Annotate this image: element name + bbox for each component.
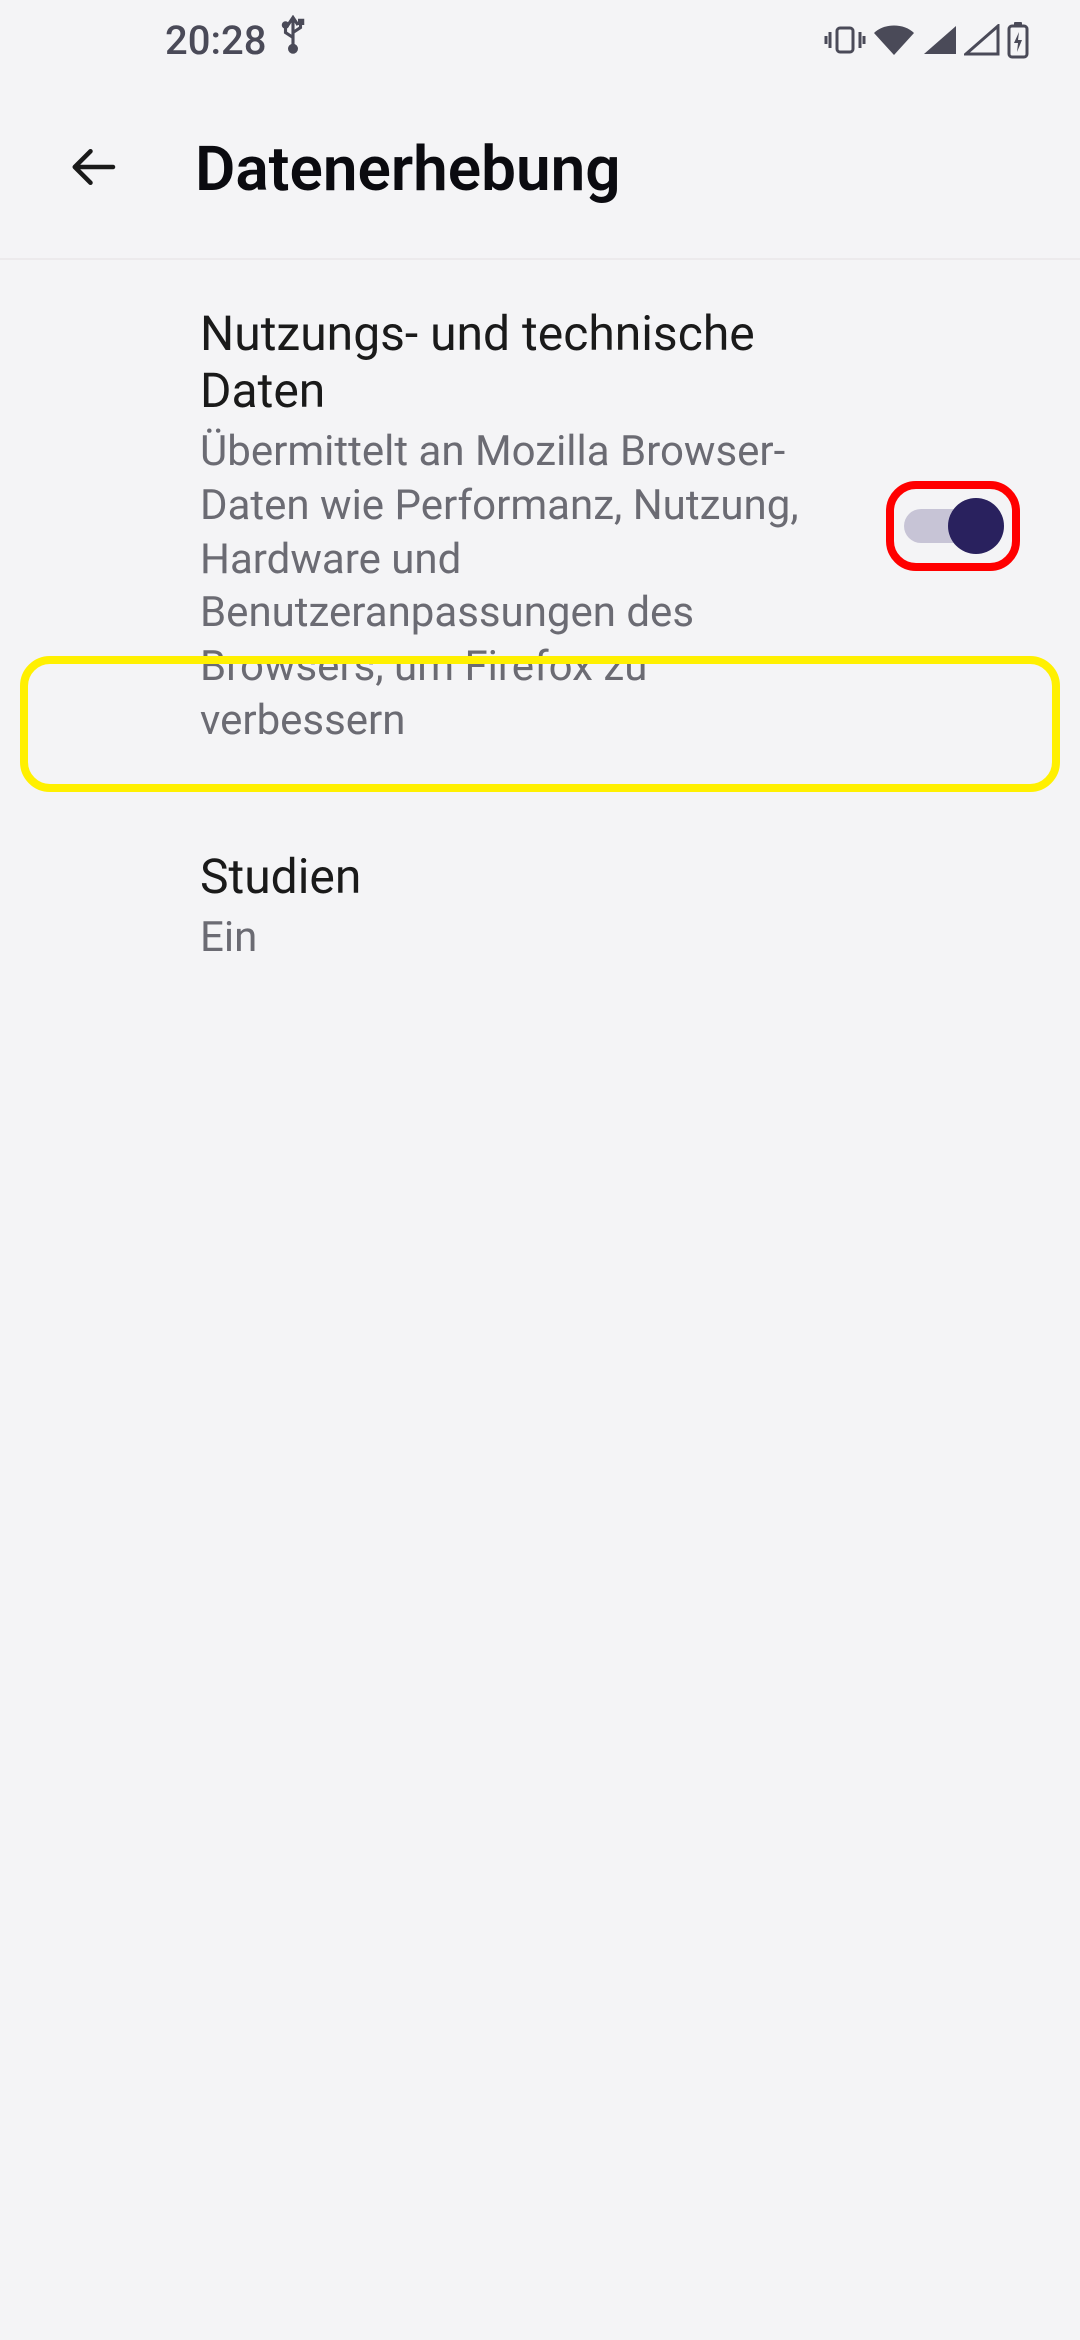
signal-full-icon — [922, 24, 958, 56]
back-button[interactable] — [40, 114, 150, 224]
arrow-left-icon — [68, 140, 122, 198]
toggle-knob — [948, 498, 1004, 554]
status-right — [824, 21, 1030, 59]
row-title: Nutzungs- und technische Daten — [200, 305, 846, 419]
row-description: Ein — [200, 911, 1020, 965]
app-bar: Datenerhebung — [0, 80, 1080, 260]
status-time: 20:28 — [165, 17, 266, 64]
studies-row[interactable]: Studien Ein — [0, 793, 1080, 1020]
usage-data-toggle[interactable] — [904, 499, 1002, 553]
row-text: Nutzungs- und technische Daten Übermitte… — [200, 305, 846, 748]
battery-charging-icon — [1006, 21, 1030, 59]
page-title: Datenerhebung — [195, 133, 621, 206]
usb-icon — [278, 15, 308, 65]
row-description: Übermittelt an Mozilla Browser-Daten wie… — [200, 425, 846, 748]
signal-empty-icon — [964, 24, 1000, 56]
row-text: Studien Ein — [200, 848, 1020, 965]
settings-list: Nutzungs- und technische Daten Übermitte… — [0, 260, 1080, 1019]
status-left: 20:28 — [165, 15, 308, 65]
highlight-red — [886, 481, 1020, 571]
vibrate-icon — [824, 24, 866, 56]
usage-technical-data-row[interactable]: Nutzungs- und technische Daten Übermitte… — [0, 260, 1080, 793]
wifi-icon — [872, 23, 916, 57]
status-bar: 20:28 — [0, 0, 1080, 80]
row-title: Studien — [200, 848, 1020, 905]
